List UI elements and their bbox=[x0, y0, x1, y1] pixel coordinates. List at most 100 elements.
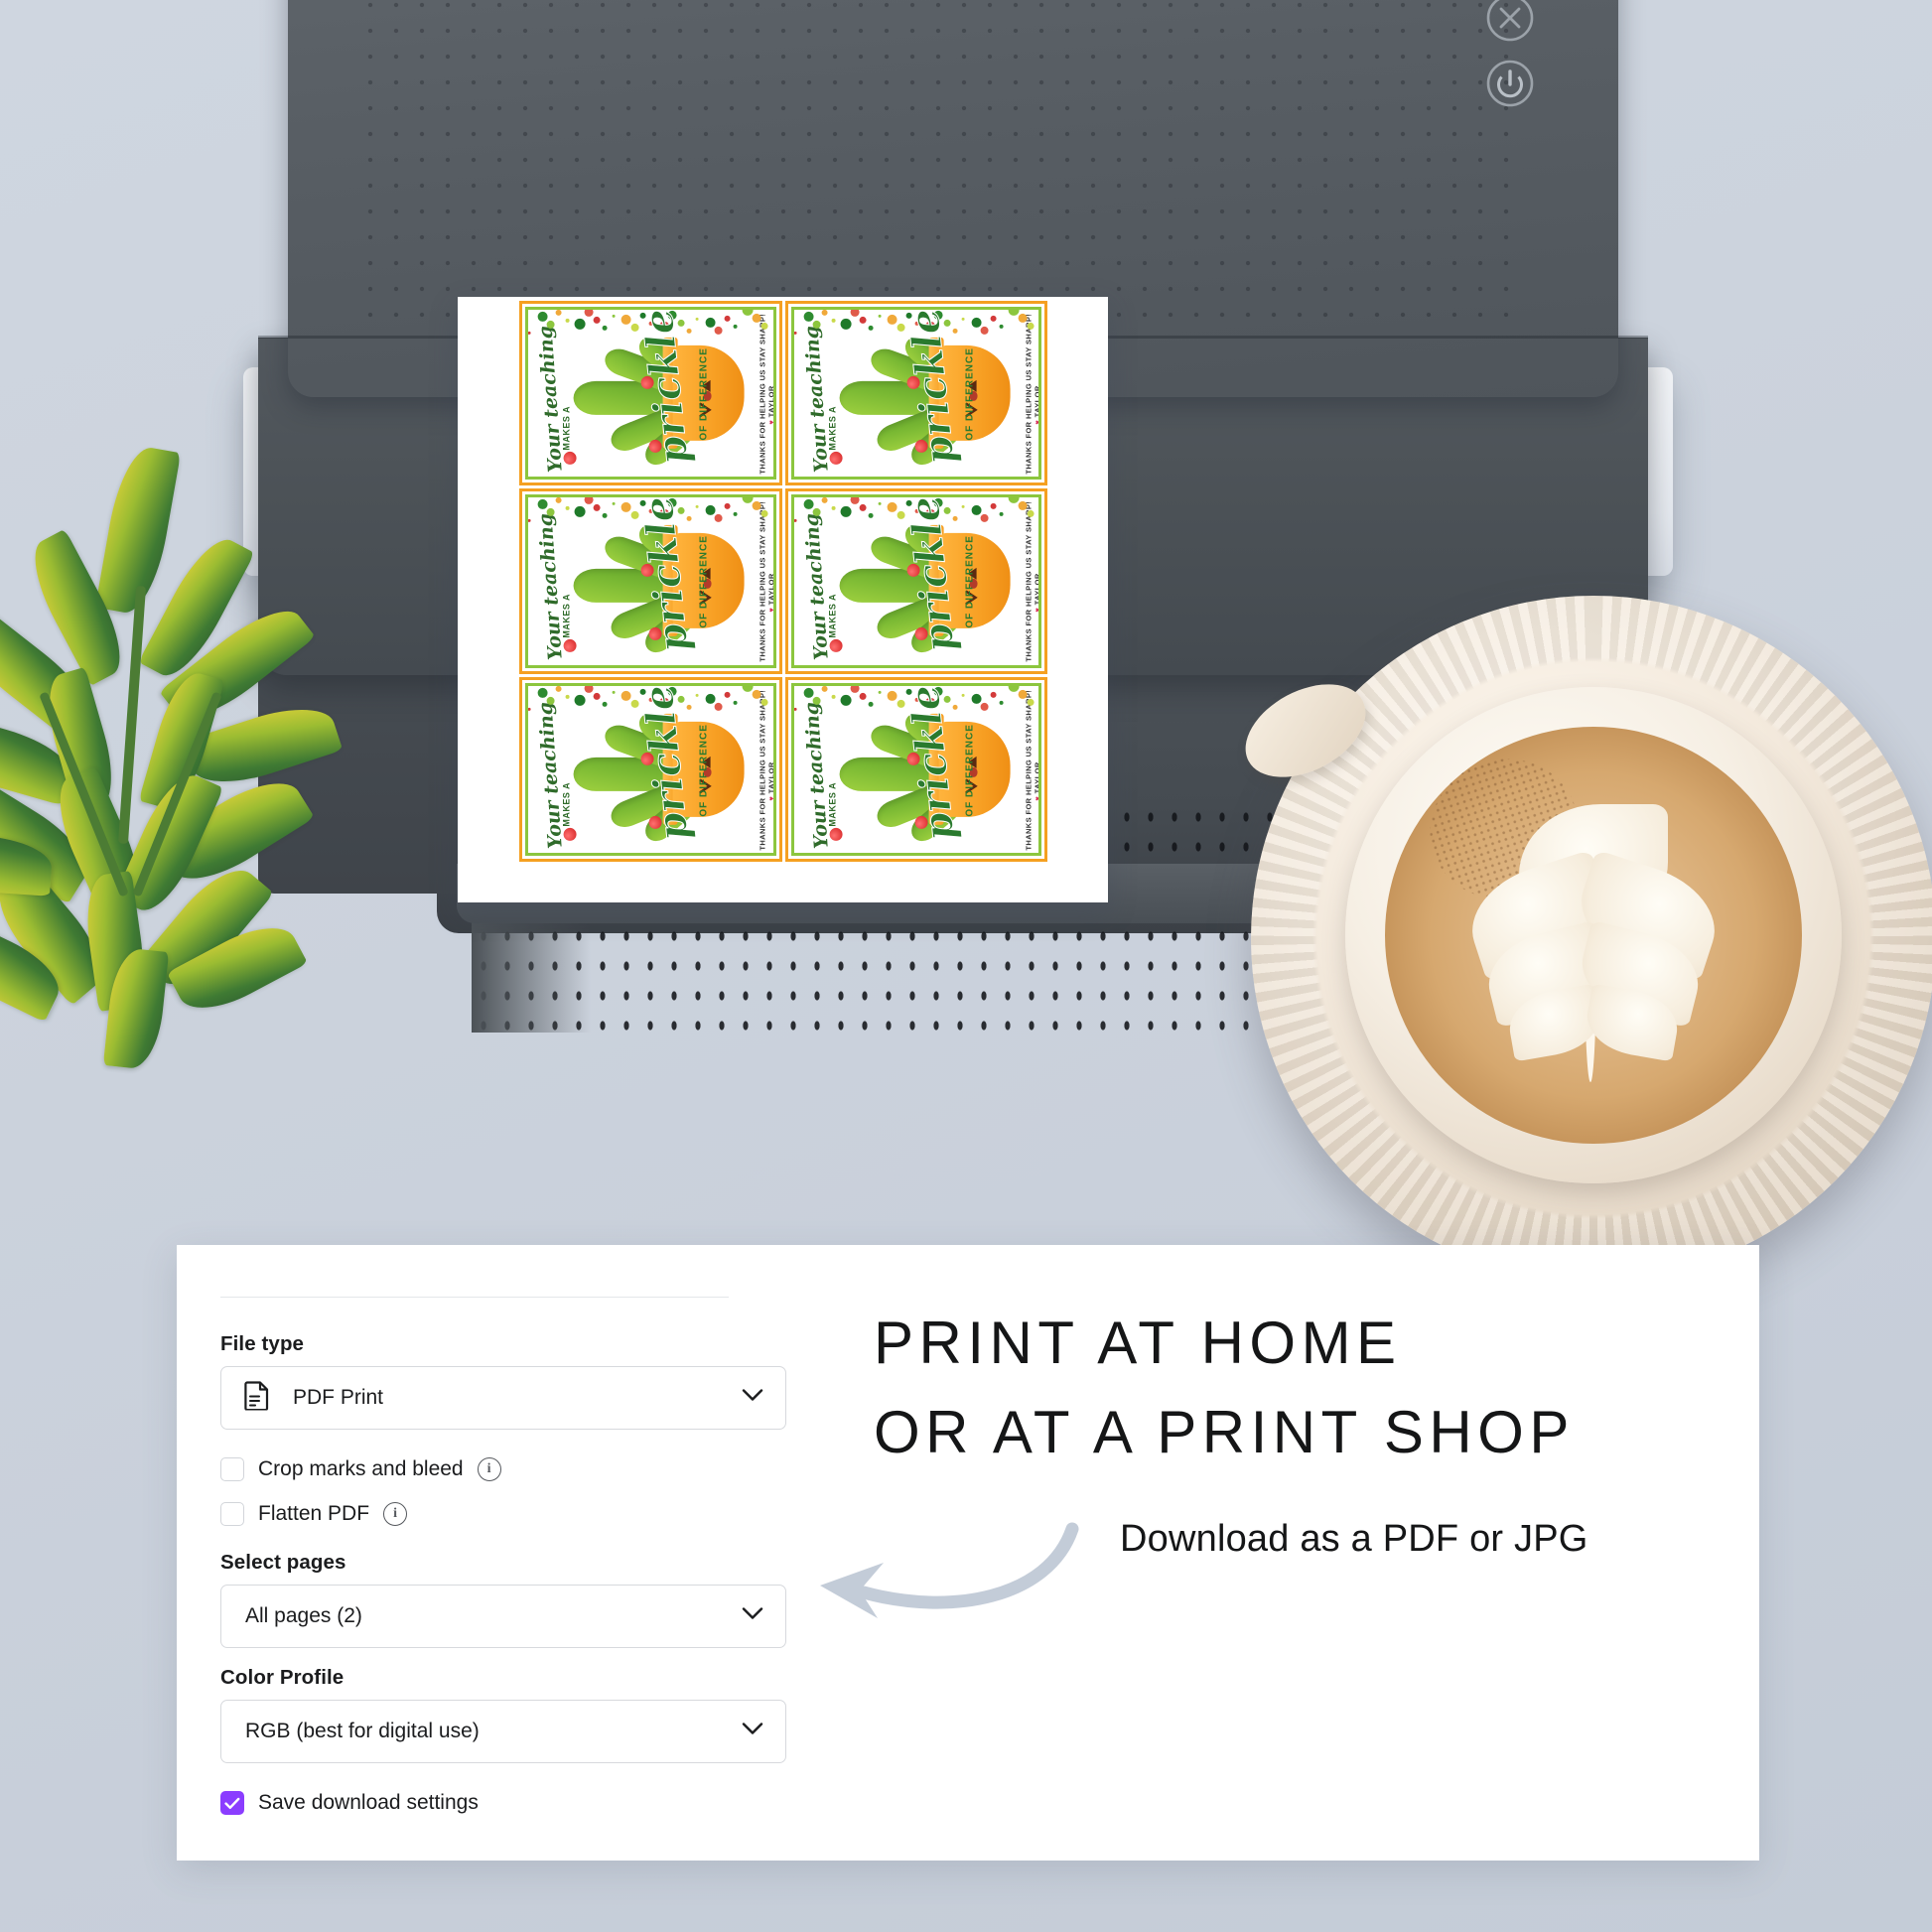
confetti-dot bbox=[537, 311, 548, 322]
power-icon[interactable] bbox=[1484, 58, 1536, 109]
confetti-dot bbox=[555, 310, 562, 316]
confetti-dot bbox=[830, 505, 835, 510]
latte-cup-and-saucer bbox=[1229, 596, 1932, 1281]
info-icon[interactable]: i bbox=[383, 1502, 408, 1526]
confetti-dot bbox=[760, 698, 768, 706]
tag-line-2: MAKES A bbox=[827, 594, 838, 638]
confetti-dot bbox=[868, 325, 874, 331]
confetti-dot bbox=[527, 518, 531, 522]
flatten-pdf-checkbox-row[interactable]: Flatten PDF i bbox=[220, 1502, 408, 1526]
tag-signature-row: ♥ TAYLOR bbox=[766, 385, 776, 425]
confetti-dot bbox=[999, 700, 1004, 705]
confetti-dot bbox=[584, 497, 594, 504]
tag-line-2: MAKES A bbox=[561, 781, 572, 827]
confetti-dot bbox=[1027, 698, 1035, 706]
select-pages-select[interactable]: All pages (2) bbox=[220, 1585, 786, 1648]
chevron-down-icon[interactable] bbox=[742, 1607, 763, 1626]
tag-signature-row: ♥ TAYLOR bbox=[766, 573, 776, 613]
gift-tag-inner-border: Your teaching MAKES Aprickle OF DIFFERENCE… bbox=[790, 682, 1041, 856]
confetti-dot bbox=[565, 505, 570, 510]
tag-signature-row: ♥ TAYLOR bbox=[1033, 573, 1041, 613]
confetti-dot bbox=[887, 501, 897, 512]
confetti-dot bbox=[830, 318, 835, 323]
gift-tag-face: Your teaching MAKES Aprickle OF DIFFERENCE… bbox=[793, 310, 1038, 477]
confetti-dot bbox=[565, 318, 570, 323]
confetti-dot bbox=[980, 326, 989, 335]
confetti-dot bbox=[802, 311, 813, 322]
flatten-pdf-checkbox[interactable] bbox=[220, 1502, 244, 1526]
tag-footer: THANKS FOR HELPING US STAY SHARP! bbox=[758, 689, 767, 851]
heart-icon: ♥ bbox=[1033, 419, 1041, 425]
select-pages-label: Select pages bbox=[220, 1551, 346, 1574]
confetti-dot bbox=[1027, 322, 1035, 330]
confetti-dot bbox=[1008, 497, 1020, 503]
tag-signature: TAYLOR bbox=[1033, 573, 1041, 606]
confetti-dot bbox=[742, 685, 754, 692]
confetti-dot bbox=[537, 498, 548, 509]
tag-line-1: Your teaching bbox=[800, 325, 833, 474]
confetti-dot bbox=[849, 310, 859, 317]
confetti-dot bbox=[724, 691, 731, 698]
gift-tag-face: Your teaching MAKES Aprickle OF DIFFERENCE… bbox=[527, 685, 773, 853]
tag-footer: THANKS FOR HELPING US STAY SHARP! bbox=[1024, 689, 1034, 851]
confetti-dot bbox=[840, 318, 852, 330]
gift-tag-face: Your teaching MAKES Aprickle OF DIFFERENCE… bbox=[793, 685, 1038, 853]
crop-marks-label: Crop marks and bleed bbox=[258, 1457, 464, 1480]
confetti-dot bbox=[812, 507, 821, 516]
confetti-dot bbox=[695, 504, 699, 508]
info-icon[interactable]: i bbox=[477, 1457, 501, 1481]
tag-signature: TAYLOR bbox=[1033, 385, 1041, 418]
tag-line-4: OF DIFFERENCE bbox=[698, 723, 710, 817]
save-download-settings-row[interactable]: Save download settings bbox=[220, 1791, 479, 1815]
confetti-dot bbox=[999, 324, 1004, 329]
confetti-dot bbox=[733, 511, 738, 516]
tag-signature: TAYLOR bbox=[766, 385, 776, 418]
gift-tag-artwork: Your teaching MAKES Aprickle OF DIFFERENCE… bbox=[527, 497, 776, 664]
confetti-dot bbox=[961, 504, 965, 508]
confetti-dot bbox=[760, 509, 768, 517]
file-type-select[interactable]: PDF Print bbox=[220, 1366, 786, 1430]
heart-icon: ♥ bbox=[766, 419, 776, 425]
tag-line-2: MAKES A bbox=[827, 781, 838, 827]
file-type-value: PDF Print bbox=[293, 1386, 384, 1409]
gift-tag-artwork: Your teaching MAKES Aprickle OF DIFFERENCE… bbox=[793, 497, 1041, 664]
crop-marks-checkbox-row[interactable]: Crop marks and bleed i bbox=[220, 1457, 501, 1481]
save-download-settings-checkbox[interactable] bbox=[220, 1791, 244, 1815]
confetti-dot bbox=[612, 690, 616, 694]
confetti-dot bbox=[686, 704, 692, 710]
confetti-dot bbox=[565, 694, 570, 699]
color-profile-select[interactable]: RGB (best for digital use) bbox=[220, 1700, 786, 1763]
tag-line-1: Your teaching bbox=[800, 512, 833, 661]
chevron-down-icon[interactable] bbox=[742, 1389, 763, 1408]
curved-arrow-left-icon bbox=[802, 1507, 1090, 1636]
confetti-dot bbox=[574, 505, 586, 517]
tag-footer: THANKS FOR HELPING US STAY SHARP! bbox=[758, 501, 767, 662]
confetti-dot bbox=[1017, 689, 1027, 699]
confetti-dot bbox=[733, 700, 738, 705]
tag-signature: TAYLOR bbox=[766, 573, 776, 606]
confetti-dot bbox=[812, 696, 821, 705]
subline: Download as a PDF or JPG bbox=[1120, 1518, 1588, 1560]
select-pages-value: All pages (2) bbox=[245, 1604, 362, 1627]
headline-line-2: OR AT A PRINT SHOP bbox=[874, 1399, 1575, 1465]
confetti-dot bbox=[859, 316, 867, 324]
confetti-dot bbox=[887, 314, 897, 325]
confetti-dot bbox=[760, 322, 768, 330]
confetti-dot bbox=[555, 685, 562, 692]
confetti-dot bbox=[537, 687, 548, 698]
confetti-dot bbox=[999, 511, 1004, 516]
confetti-dot bbox=[952, 515, 958, 521]
gift-tag-card: Your teaching MAKES Aprickle OF DIFFERENCE… bbox=[519, 676, 782, 862]
crop-marks-checkbox[interactable] bbox=[220, 1457, 244, 1481]
close-circle-icon[interactable] bbox=[1484, 0, 1536, 44]
confetti-dot bbox=[793, 707, 797, 711]
tag-footer: THANKS FOR HELPING US STAY SHARP! bbox=[758, 313, 767, 475]
confetti-dot bbox=[989, 502, 996, 509]
chevron-down-icon[interactable] bbox=[742, 1723, 763, 1741]
file-type-label: File type bbox=[220, 1332, 305, 1355]
confetti-dot bbox=[970, 504, 981, 515]
confetti-dot bbox=[752, 500, 761, 510]
heart-icon: ♥ bbox=[766, 608, 776, 613]
latte-art-rosetta bbox=[1400, 745, 1787, 1132]
confetti-dot bbox=[584, 310, 594, 317]
